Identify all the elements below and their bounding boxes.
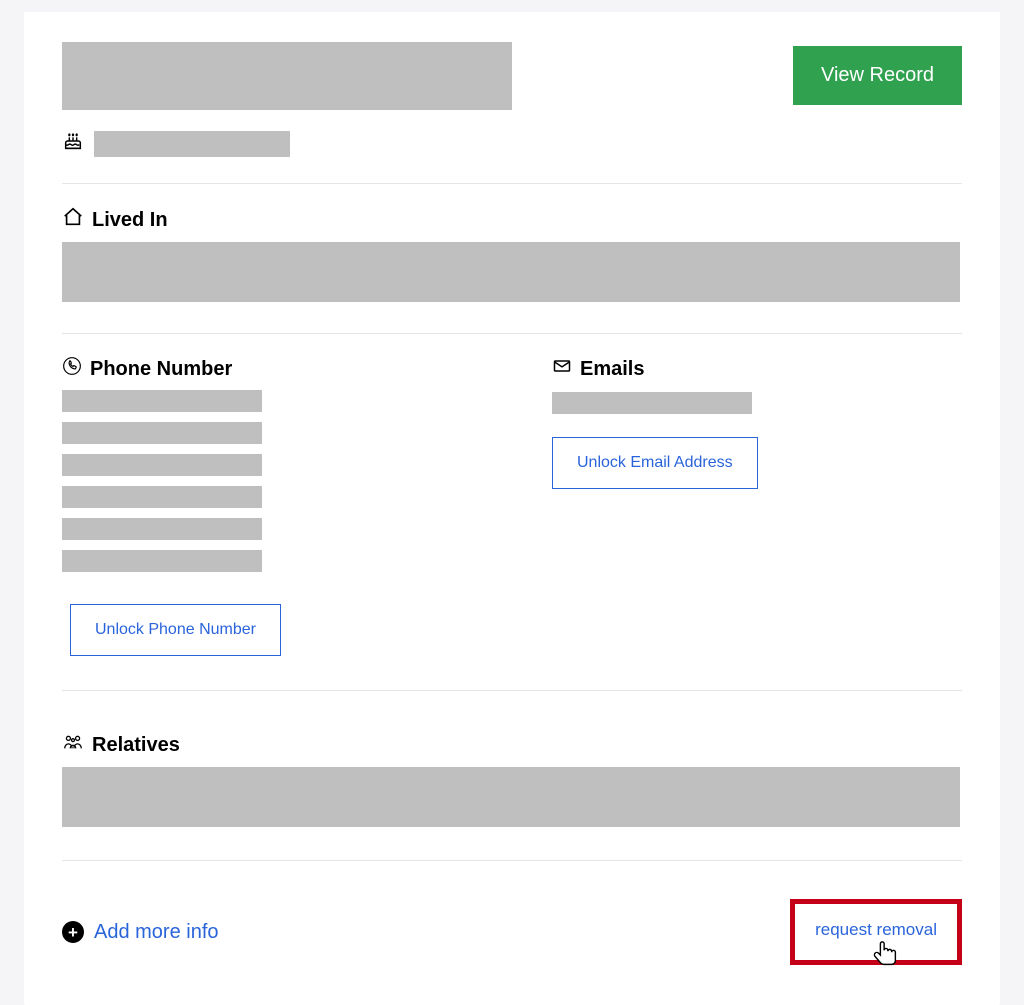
phone-list — [62, 390, 552, 572]
contact-columns: Phone Number Unlock Phone Number — [62, 334, 962, 656]
email-column: Emails Unlock Email Address — [552, 356, 962, 656]
request-removal-link[interactable]: request removal — [815, 920, 937, 940]
phone-placeholder — [62, 550, 262, 572]
phone-placeholder — [62, 422, 262, 444]
phone-placeholder — [62, 390, 262, 412]
pointer-cursor-icon — [871, 938, 901, 972]
relatives-icon — [62, 731, 84, 759]
lived-in-title: Lived In — [92, 209, 168, 232]
unlock-phone-button[interactable]: Unlock Phone Number — [70, 604, 281, 656]
phone-column: Phone Number Unlock Phone Number — [62, 356, 552, 656]
unlock-email-button[interactable]: Unlock Email Address — [552, 437, 758, 489]
relatives-title: Relatives — [92, 734, 180, 757]
card-inner: View Record — [24, 12, 1000, 995]
age-placeholder — [94, 131, 290, 157]
email-title: Emails — [580, 358, 644, 381]
phone-placeholder — [62, 518, 262, 540]
view-record-button[interactable]: View Record — [793, 46, 962, 105]
phone-title: Phone Number — [90, 358, 232, 381]
lived-in-placeholder — [62, 242, 960, 302]
add-more-label: Add more info — [94, 921, 219, 944]
lived-in-section: Lived In — [62, 184, 962, 307]
birthday-cake-icon — [62, 130, 84, 157]
email-header: Emails — [552, 356, 962, 382]
relatives-section: Relatives — [62, 691, 962, 832]
request-removal-highlight: request removal — [790, 899, 962, 965]
phone-icon — [62, 356, 82, 382]
age-row — [62, 130, 962, 157]
record-card: View Record — [24, 12, 1000, 1005]
relatives-header: Relatives — [62, 731, 962, 759]
phone-header: Phone Number — [62, 356, 552, 382]
relatives-placeholder — [62, 767, 960, 827]
email-placeholder — [552, 392, 752, 414]
plus-icon: + — [62, 921, 84, 943]
phone-placeholder — [62, 454, 262, 476]
name-placeholder — [62, 42, 512, 110]
footer-row: + Add more info request removal — [62, 861, 962, 995]
house-icon — [62, 206, 84, 234]
lived-in-header: Lived In — [62, 206, 962, 234]
email-icon — [552, 356, 572, 382]
add-more-info-link[interactable]: + Add more info — [62, 921, 219, 944]
header-row: View Record — [62, 42, 962, 110]
phone-placeholder — [62, 486, 262, 508]
